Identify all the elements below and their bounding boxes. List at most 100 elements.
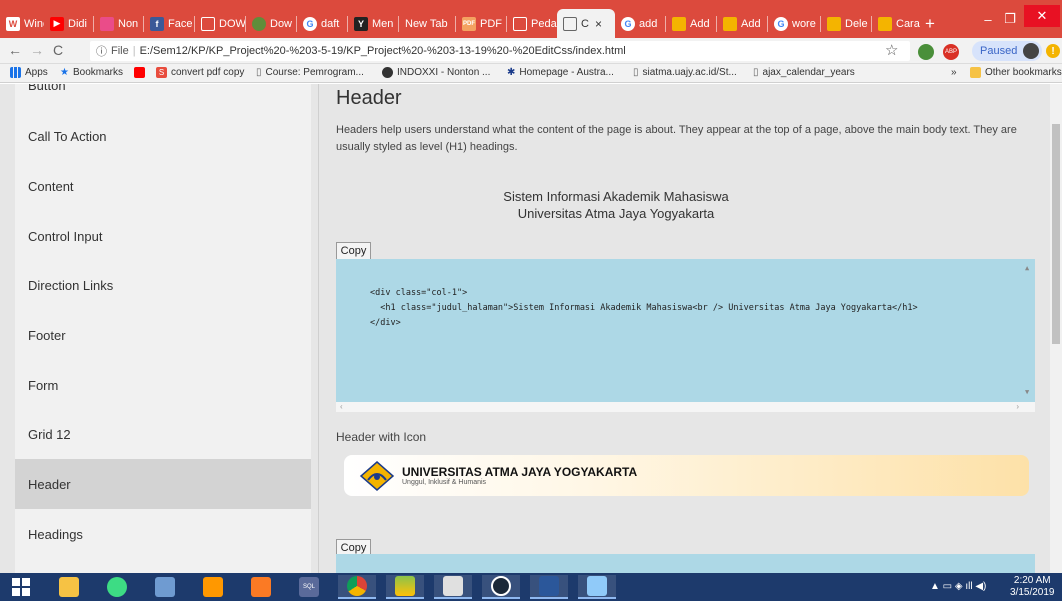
sidebar-item-direction-links[interactable]: Direction Links — [15, 260, 311, 310]
sublime-text-button[interactable] — [194, 575, 232, 599]
sublime-icon — [203, 577, 223, 597]
close-tab-icon[interactable]: × — [595, 17, 602, 31]
sidebar-item-control-input[interactable]: Control Input — [15, 211, 311, 261]
bookmark-item[interactable]: Sconvert pdf copy — [156, 67, 244, 78]
sidebar-item-footer[interactable]: Footer — [15, 310, 311, 360]
browser-tab[interactable]: WWinc — [0, 9, 44, 38]
other-bookmarks[interactable]: Other bookmarks — [970, 67, 1062, 78]
url-scheme-label: File — [111, 45, 129, 57]
divider — [318, 84, 319, 573]
browser-tab-active[interactable]: C × — [557, 9, 615, 38]
browser-tab[interactable]: ▶ Didi — [44, 9, 92, 38]
browser-tab[interactable]: Dele — [821, 9, 871, 38]
maximize-button[interactable]: ❐ — [1000, 8, 1020, 30]
bookmark-folder[interactable]: ★ Bookmarks — [60, 67, 123, 78]
bookmarks-overflow-button[interactable]: » — [951, 67, 957, 78]
adblock-plus-icon[interactable]: ABP — [943, 44, 959, 60]
start-button[interactable] — [2, 575, 40, 599]
bookmark-apps[interactable]: Apps — [10, 67, 48, 78]
folder-icon — [59, 577, 79, 597]
code-vertical-scrollbar[interactable]: ▲ ▼ — [1023, 259, 1035, 402]
taskbar-app-button[interactable] — [578, 575, 616, 599]
windows-taskbar: SQL ▲ ▭ ◈ ıll ◀) 2:20 AM 3/15/2019 — [0, 573, 1062, 601]
browser-tab[interactable]: DOW — [195, 9, 245, 38]
page-icon — [513, 16, 527, 31]
bookmark-item[interactable]: ▯ siatma.uajy.ac.id/St... — [633, 67, 737, 78]
bookmark-star-icon[interactable]: ☆ — [885, 41, 898, 59]
browser-tab[interactable]: PDF PDF — [456, 9, 506, 38]
minimize-button[interactable]: – — [978, 8, 998, 30]
app-icon — [395, 576, 415, 596]
browser-tab[interactable]: Y Men — [348, 9, 398, 38]
sidebar-item-header[interactable]: Header — [15, 459, 311, 509]
page-content: Button Call To Action Content Control In… — [0, 84, 1062, 573]
chrome-taskbar-button[interactable] — [338, 575, 376, 599]
sql-tool-button[interactable]: SQL — [290, 575, 328, 599]
forward-button[interactable]: → — [30, 42, 44, 58]
new-tab-button[interactable]: + — [925, 14, 935, 34]
browser-tab[interactable]: Non — [94, 9, 143, 38]
sidebar-item-grid-12[interactable]: Grid 12 — [15, 409, 311, 459]
tab-favicon-icon — [723, 16, 737, 31]
sidebar-item-call-to-action[interactable]: Call To Action — [15, 111, 311, 161]
scrollbar-thumb[interactable] — [1052, 124, 1060, 344]
xampp-button[interactable] — [242, 575, 280, 599]
browser-tab[interactable]: Gwore — [768, 9, 820, 38]
code-block[interactable]: <div class="col-1"> <h1 class="judul_hal… — [336, 259, 1035, 402]
sidebar-item-form[interactable]: Form — [15, 360, 311, 410]
sql-icon: SQL — [299, 577, 319, 597]
address-bar[interactable]: ⓘ File | E:/Sem12/KP/KP_Project%20-%203-… — [90, 41, 910, 61]
word-button[interactable] — [530, 575, 568, 599]
taskbar-app-button[interactable] — [386, 575, 424, 599]
file-explorer-button[interactable] — [50, 575, 88, 599]
close-window-button[interactable]: ✕ — [1024, 5, 1060, 27]
browser-tab[interactable]: Add — [717, 9, 767, 38]
browser-tab[interactable]: Peda — [507, 9, 557, 38]
browser-tab[interactable]: New Tab — [399, 9, 455, 38]
scroll-left-icon[interactable]: ‹ — [340, 402, 343, 411]
code-block-2[interactable] — [336, 554, 1035, 573]
browser-tab[interactable]: Gdaft — [297, 9, 347, 38]
page-icon: ▯ — [753, 67, 759, 78]
sidebar-item-content[interactable]: Content — [15, 161, 311, 211]
taskbar-app-button[interactable] — [434, 575, 472, 599]
tab-favicon-icon — [827, 16, 841, 31]
sidebar-item-headings[interactable]: Headings — [15, 509, 311, 559]
sidebar-item-button[interactable]: Button — [28, 84, 66, 93]
back-button[interactable]: ← — [8, 42, 22, 58]
word-icon — [539, 576, 559, 596]
bookmark-item[interactable]: INDOXXI - Nonton ... — [382, 67, 490, 78]
browser-tab[interactable]: Gadd — [615, 9, 665, 38]
clock[interactable]: 2:20 AM 3/15/2019 — [1010, 575, 1055, 599]
google-icon: G — [774, 16, 788, 31]
bookmark-item[interactable]: ▯ ajax_calendar_years — [753, 67, 855, 78]
browser-tab[interactable]: Cara — [872, 9, 920, 38]
bookmark-item[interactable]: ✱ Homepage - Austra... — [507, 67, 614, 78]
extension-icon[interactable] — [918, 44, 934, 60]
android-studio-button[interactable] — [98, 575, 136, 599]
info-icon[interactable]: ⓘ — [96, 43, 107, 59]
section-description: Headers help users understand what the c… — [336, 124, 1017, 153]
profile-button[interactable]: Paused — [972, 41, 1042, 61]
clock-time: 2:20 AM — [1013, 575, 1051, 586]
scroll-right-icon[interactable]: › — [1016, 402, 1019, 411]
browser-tab[interactable]: f Face — [144, 9, 194, 38]
update-warning-icon[interactable]: ! — [1046, 44, 1060, 58]
system-tray[interactable]: ▲ ▭ ◈ ıll ◀) — [930, 581, 986, 592]
toolbar: ← → C ⓘ File | E:/Sem12/KP/KP_Project%20… — [0, 38, 1062, 64]
reload-button[interactable]: C — [53, 42, 63, 58]
scroll-up-icon[interactable]: ▲ — [1025, 261, 1029, 276]
bookmark-youtube[interactable] — [134, 67, 149, 78]
copy-button[interactable]: Copy — [336, 242, 371, 260]
browser-tab[interactable]: Add — [666, 9, 716, 38]
browser-tab[interactable]: Dow — [246, 9, 296, 38]
code-horizontal-scrollbar[interactable]: ‹ › — [336, 402, 1035, 412]
page-icon — [563, 16, 577, 31]
scroll-down-icon[interactable]: ▼ — [1025, 385, 1029, 400]
tab-favicon-icon — [878, 16, 892, 31]
taskbar-app-button[interactable] — [146, 575, 184, 599]
steam-button[interactable] — [482, 575, 520, 599]
subsection-label: Header with Icon — [336, 430, 427, 444]
bookmark-item[interactable]: ▯ Course: Pemrogram... — [256, 67, 364, 78]
page-scrollbar[interactable] — [1050, 84, 1062, 573]
